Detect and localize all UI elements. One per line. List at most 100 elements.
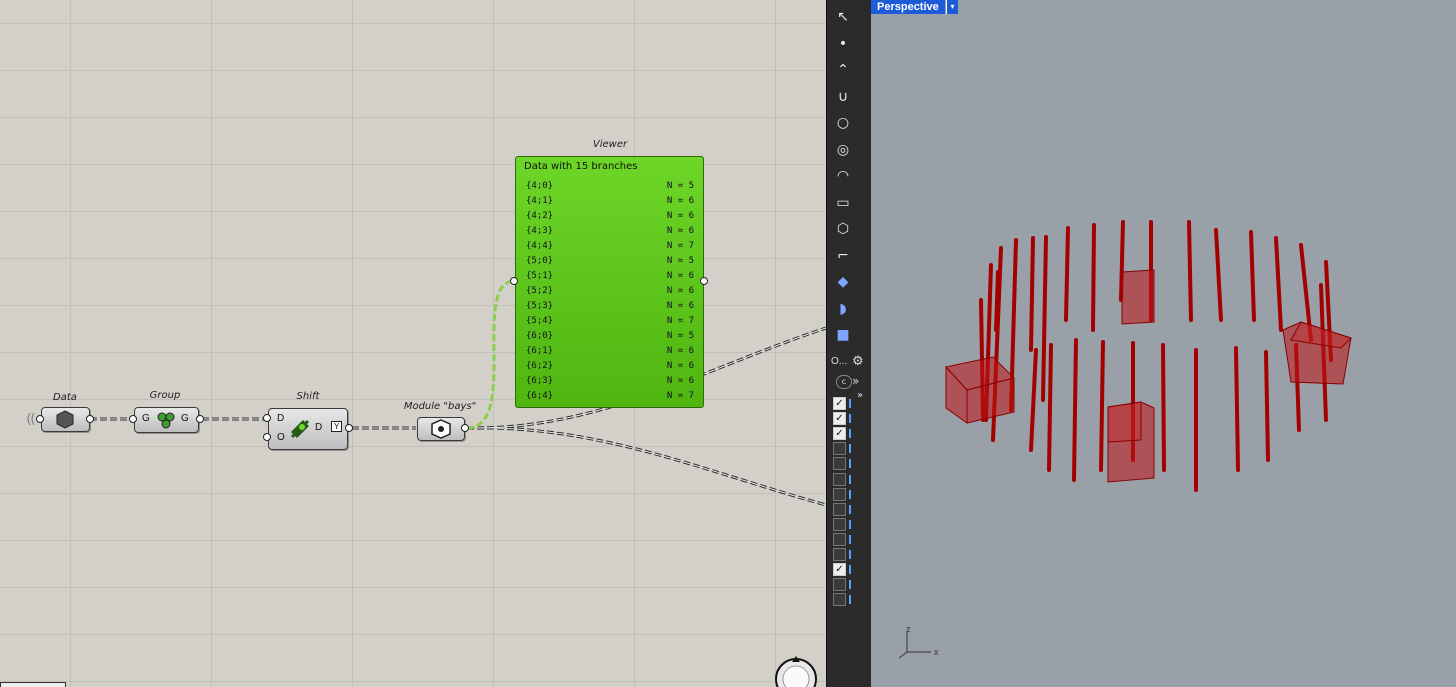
viewer-row: {4;2} N = 6 [526, 211, 694, 226]
viewer-output-port[interactable] [700, 277, 708, 285]
rectangle-icon[interactable]: ▭ [832, 192, 854, 214]
toggle-icon[interactable]: c [836, 375, 852, 389]
branch-path: {4;4} [526, 241, 554, 251]
viewer-row: {4;1} N = 6 [526, 196, 694, 211]
navigation-compass-icon[interactable] [772, 652, 822, 687]
layer-visibility-checkbox[interactable] [833, 578, 846, 592]
viewer-input-port[interactable] [510, 277, 518, 285]
search-field[interactable]: O... [831, 356, 851, 369]
group-component[interactable]: G G [134, 407, 199, 433]
circle-icon[interactable]: ○ [832, 112, 854, 134]
surface-icon[interactable]: ◆ [832, 271, 854, 293]
group-output-port[interactable] [196, 415, 204, 423]
branch-count: N = 6 [666, 271, 694, 281]
polygon-icon[interactable]: ⬡ [832, 218, 854, 240]
shift-input-o-port[interactable] [263, 433, 271, 441]
expand-button[interactable]: » [852, 374, 859, 388]
canvas-corner-widget[interactable] [0, 682, 66, 687]
layer-visibility-checkbox[interactable] [833, 472, 846, 486]
group-input-port[interactable] [129, 415, 137, 423]
layer-visibility-checkbox[interactable] [833, 532, 846, 546]
data-output-port[interactable] [86, 415, 94, 423]
chevron-down-icon[interactable]: ▾ [946, 0, 958, 14]
ellipse-icon[interactable]: ◎ [832, 139, 854, 161]
layer-color-swatch [849, 459, 851, 469]
viewer-label: Viewer [592, 139, 628, 150]
column-curve [1099, 340, 1105, 472]
shift-output-d-label: D [315, 422, 323, 433]
column-curve [994, 270, 1000, 332]
viewer-row: {5;0} N = 5 [526, 256, 694, 271]
layer-row[interactable] [833, 517, 871, 531]
branch-count: N = 6 [666, 196, 694, 206]
branch-path: {6;3} [526, 376, 554, 386]
viewer-row: {6;2} N = 6 [526, 361, 694, 376]
branch-path: {4;3} [526, 226, 554, 236]
column-curve [1234, 346, 1240, 472]
layer-visibility-checkbox[interactable] [833, 457, 846, 471]
viewer-row: {5;4} N = 7 [526, 316, 694, 331]
layer-row[interactable] [833, 532, 871, 546]
extrude-icon[interactable]: ◗ [832, 298, 854, 320]
layer-row[interactable] [833, 472, 871, 486]
viewport-title-tab[interactable]: Perspective [871, 0, 945, 14]
layer-row[interactable] [833, 578, 871, 592]
branch-count: N = 6 [666, 346, 694, 356]
layer-visibility-checkbox[interactable] [833, 548, 846, 561]
layer-visibility-checkbox[interactable] [833, 502, 846, 516]
shift-component[interactable]: D O D Y [268, 408, 348, 450]
branch-count: N = 5 [666, 331, 694, 341]
select-arrow-icon[interactable]: ↖ [832, 6, 854, 28]
layer-visibility-checkbox[interactable] [833, 442, 846, 456]
fillet-icon[interactable]: ⌐ [832, 245, 854, 267]
shift-component-label: Shift [296, 391, 320, 402]
module-component[interactable] [417, 417, 465, 441]
column-curve [1047, 343, 1053, 472]
column-curve [1041, 235, 1048, 402]
layer-visibility-checkbox[interactable]: ✓ [833, 427, 846, 441]
layer-visibility-checkbox[interactable] [833, 593, 846, 607]
point-icon[interactable]: • [832, 33, 854, 55]
data-input-port[interactable] [36, 415, 44, 423]
layer-visibility-checkbox[interactable]: ✓ [833, 412, 846, 426]
data-component[interactable] [41, 407, 90, 432]
layer-row[interactable] [833, 442, 871, 456]
layer-visibility-checkbox[interactable]: ✓ [833, 563, 846, 577]
branch-path: {5;3} [526, 301, 554, 311]
branch-count: N = 7 [666, 316, 694, 326]
layer-row[interactable]: ✓ [833, 412, 871, 426]
layer-visibility-checkbox[interactable] [833, 487, 846, 501]
perspective-viewport[interactable]: z x Perspective ▾ [871, 0, 1456, 687]
shift-input-d-port[interactable] [263, 414, 271, 422]
module-output-port[interactable] [461, 424, 469, 432]
polyline-icon[interactable]: ⌃ [832, 59, 854, 81]
grasshopper-canvas[interactable]: Data Group G G Shift D O D Y Module "bay… [0, 0, 826, 687]
wire-module-right-down [466, 426, 826, 507]
layer-row[interactable] [833, 487, 871, 501]
layer-row[interactable] [833, 502, 871, 516]
layer-visibility-checkbox[interactable] [833, 517, 846, 531]
layer-row[interactable] [833, 457, 871, 471]
box-icon[interactable]: ■ [832, 324, 854, 346]
layer-row[interactable]: ✓ [833, 563, 871, 577]
layer-row[interactable]: ✓ [833, 397, 871, 410]
gear-icon[interactable]: ⚙ [852, 355, 864, 369]
column-curve [1249, 230, 1256, 322]
layer-row[interactable] [833, 593, 871, 607]
layer-color-swatch [849, 429, 851, 439]
viewer-row: {4;3} N = 6 [526, 226, 694, 241]
layer-color-swatch [849, 474, 851, 484]
branch-count: N = 7 [666, 391, 694, 401]
viewer-panel[interactable]: Data with 15 branches {4;0} N = 5 {4;1} N =… [515, 156, 704, 408]
branch-path: {6;4} [526, 391, 554, 401]
curve-icon[interactable]: ∪ [832, 86, 854, 108]
shift-output-port[interactable] [345, 424, 353, 432]
shift-output-y-label: Y [331, 421, 343, 432]
arc-icon[interactable]: ◠ [832, 165, 854, 187]
branch-path: {4;2} [526, 211, 554, 221]
layer-row[interactable]: ✓ [833, 427, 871, 441]
layer-row[interactable] [833, 548, 871, 561]
column-curve [1214, 228, 1223, 322]
group-icon [157, 412, 175, 429]
layer-visibility-checkbox[interactable]: ✓ [833, 397, 846, 410]
